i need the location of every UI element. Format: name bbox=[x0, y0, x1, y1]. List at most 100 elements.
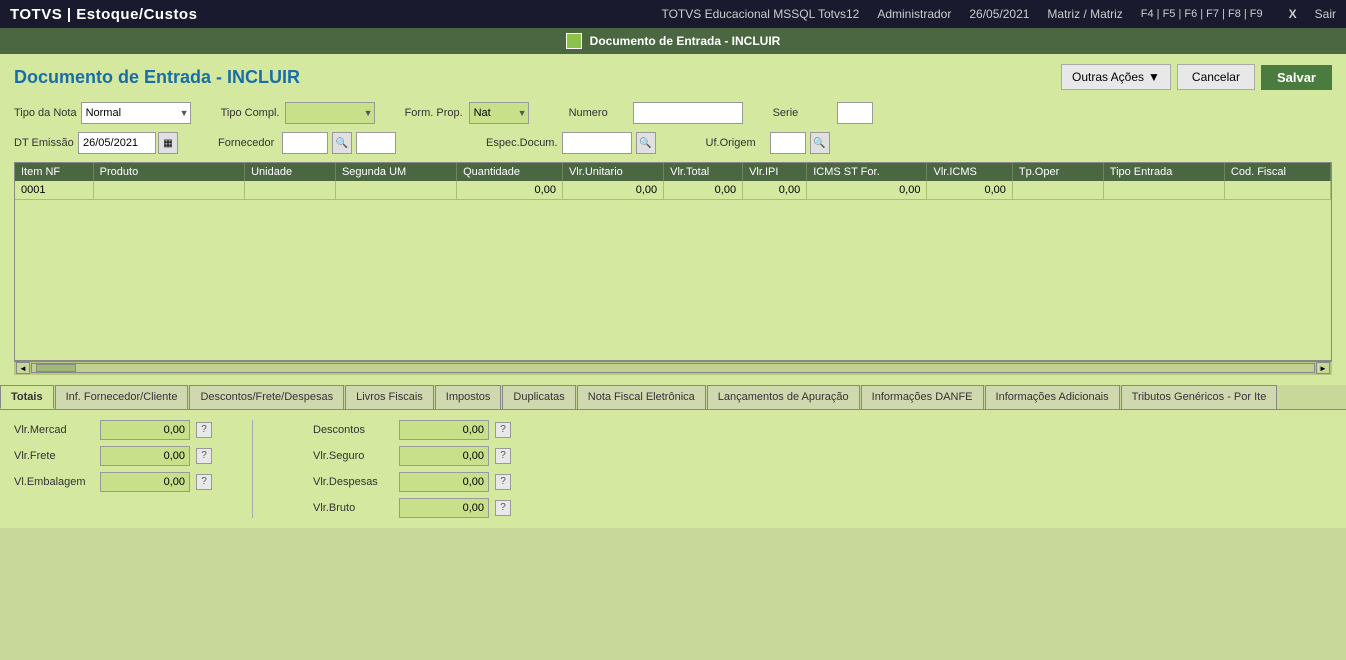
vlr-frete-help-button[interactable]: ? bbox=[196, 448, 212, 464]
serie-group: Serie bbox=[773, 102, 873, 124]
vlr-bruto-help-button[interactable]: ? bbox=[495, 500, 511, 516]
espec-docum-group: Espec.Docum. 🔍 bbox=[486, 132, 656, 154]
espec-docum-input[interactable] bbox=[562, 132, 632, 154]
vlr-bruto-label: Vlr.Bruto bbox=[313, 502, 393, 514]
form-prop-group: Form. Prop. ▼ bbox=[405, 102, 529, 124]
tab-inf-fornecedor[interactable]: Inf. Fornecedor/Cliente bbox=[55, 385, 189, 409]
modal-icon bbox=[566, 33, 582, 49]
tipo-compl-input[interactable] bbox=[285, 102, 375, 124]
numero-label: Numero bbox=[569, 107, 629, 119]
cell-produto bbox=[93, 181, 244, 200]
table-row[interactable]: 0001 0,00 0,00 0,00 0,00 0,00 0,00 bbox=[15, 181, 1331, 200]
tab-duplicatas[interactable]: Duplicatas bbox=[502, 385, 575, 409]
vlr-despesas-input[interactable] bbox=[399, 472, 489, 492]
header-row: Documento de Entrada - INCLUIR Outras Aç… bbox=[14, 64, 1332, 90]
scroll-thumb[interactable] bbox=[36, 364, 76, 372]
salvar-button[interactable]: Salvar bbox=[1261, 65, 1332, 90]
cell-unidade bbox=[245, 181, 336, 200]
vlr-bruto-input[interactable] bbox=[399, 498, 489, 518]
vlr-frete-label: Vlr.Frete bbox=[14, 450, 94, 462]
tipo-da-nota-select[interactable]: Normal bbox=[81, 102, 191, 124]
cell-vlr-icms: 0,00 bbox=[927, 181, 1012, 200]
uf-origem-search-icon[interactable]: 🔍 bbox=[810, 132, 830, 154]
serie-input[interactable] bbox=[837, 102, 873, 124]
espec-docum-search-icon[interactable]: 🔍 bbox=[636, 132, 656, 154]
vlr-despesas-help-button[interactable]: ? bbox=[495, 474, 511, 490]
col-icms-st-for: ICMS ST For. bbox=[807, 163, 927, 181]
totals-left-col: Vlr.Mercad ? Vlr.Frete ? Vl.Embalagem ? bbox=[14, 420, 212, 518]
calendar-icon[interactable]: ▦ bbox=[158, 132, 178, 154]
form-prop-label: Form. Prop. bbox=[405, 107, 465, 119]
scroll-track[interactable] bbox=[31, 363, 1315, 373]
dt-emissao-input[interactable] bbox=[78, 132, 156, 154]
uf-origem-group: Uf.Origem 🔍 bbox=[706, 132, 830, 154]
cell-icms-st-for: 0,00 bbox=[807, 181, 927, 200]
dt-emissao-group: DT Emissão ▦ bbox=[14, 132, 178, 154]
horizontal-scrollbar[interactable]: ◄ ► bbox=[14, 361, 1332, 375]
numero-group: Numero bbox=[569, 102, 743, 124]
tab-nota-fiscal-eletronica[interactable]: Nota Fiscal Eletrônica bbox=[577, 385, 706, 409]
vlr-mercad-help-button[interactable]: ? bbox=[196, 422, 212, 438]
page-title: Documento de Entrada - INCLUIR bbox=[14, 67, 1061, 88]
cell-tipo-entrada bbox=[1103, 181, 1224, 200]
cell-vlr-ipi: 0,00 bbox=[743, 181, 807, 200]
modal-title-bar: Documento de Entrada - INCLUIR bbox=[0, 28, 1346, 54]
form-prop-input[interactable] bbox=[469, 102, 529, 124]
system-name: TOTVS Educacional MSSQL Totvs12 bbox=[661, 7, 859, 21]
vlr-seguro-input[interactable] bbox=[399, 446, 489, 466]
tipo-da-nota-select-wrapper: Normal ▼ bbox=[81, 102, 191, 124]
scroll-left-button[interactable]: ◄ bbox=[16, 362, 30, 374]
cell-item-nf: 0001 bbox=[15, 181, 93, 200]
descontos-row: Descontos ? bbox=[313, 420, 511, 440]
app-title: TOTVS | Estoque/Custos bbox=[10, 6, 197, 23]
top-bar: TOTVS | Estoque/Custos TOTVS Educacional… bbox=[0, 0, 1346, 28]
vlr-despesas-row: Vlr.Despesas ? bbox=[313, 472, 511, 492]
numero-input[interactable] bbox=[633, 102, 743, 124]
tab-descontos[interactable]: Descontos/Frete/Despesas bbox=[189, 385, 344, 409]
modal-title: Documento de Entrada - INCLUIR bbox=[590, 34, 781, 48]
vl-embalagem-help-button[interactable]: ? bbox=[196, 474, 212, 490]
form-row-2: DT Emissão ▦ Fornecedor 🔍 Espec.Docum. 🔍… bbox=[14, 132, 1332, 154]
function-keys: F4 | F5 | F6 | F7 | F8 | F9 bbox=[1141, 8, 1263, 20]
tab-lancamentos[interactable]: Lançamentos de Apuração bbox=[707, 385, 860, 409]
vlr-seguro-row: Vlr.Seguro ? bbox=[313, 446, 511, 466]
vl-embalagem-input[interactable] bbox=[100, 472, 190, 492]
dt-emissao-wrapper: ▦ bbox=[78, 132, 178, 154]
col-produto: Produto bbox=[93, 163, 244, 181]
fornecedor-search-icon[interactable]: 🔍 bbox=[332, 132, 352, 154]
col-quantidade: Quantidade bbox=[457, 163, 563, 181]
tab-info-danfe[interactable]: Informações DANFE bbox=[861, 385, 984, 409]
vlr-frete-input[interactable] bbox=[100, 446, 190, 466]
tab-tributos-genericos[interactable]: Tributos Genéricos - Por Ite bbox=[1121, 385, 1278, 409]
tab-info-adicionais[interactable]: Informações Adicionais bbox=[985, 385, 1120, 409]
tipo-compl-select-wrapper: ▼ bbox=[285, 102, 375, 124]
fornecedor-input[interactable] bbox=[282, 132, 328, 154]
tipo-compl-group: Tipo Compl. ▼ bbox=[221, 102, 375, 124]
vlr-mercad-input[interactable] bbox=[100, 420, 190, 440]
descontos-help-button[interactable]: ? bbox=[495, 422, 511, 438]
close-icon[interactable]: X bbox=[1289, 7, 1297, 21]
top-bar-info: TOTVS Educacional MSSQL Totvs12 Administ… bbox=[661, 7, 1336, 21]
vl-embalagem-label: Vl.Embalagem bbox=[14, 476, 94, 488]
data-table-wrapper: Item NF Produto Unidade Segunda UM Quant… bbox=[14, 162, 1332, 361]
tab-impostos[interactable]: Impostos bbox=[435, 385, 502, 409]
exit-label[interactable]: Sair bbox=[1315, 7, 1336, 21]
cell-quantidade: 0,00 bbox=[457, 181, 563, 200]
fornecedor-extra-input[interactable] bbox=[356, 132, 396, 154]
tab-totais[interactable]: Totais bbox=[0, 385, 54, 409]
vlr-seguro-help-button[interactable]: ? bbox=[495, 448, 511, 464]
current-date: 26/05/2021 bbox=[969, 7, 1029, 21]
descontos-label: Descontos bbox=[313, 424, 393, 436]
tab-livros-fiscais[interactable]: Livros Fiscais bbox=[345, 385, 434, 409]
uf-origem-input[interactable] bbox=[770, 132, 806, 154]
vlr-despesas-label: Vlr.Despesas bbox=[313, 476, 393, 488]
scroll-right-button[interactable]: ► bbox=[1316, 362, 1330, 374]
cancelar-button[interactable]: Cancelar bbox=[1177, 64, 1255, 90]
outras-acoes-button[interactable]: Outras Ações ▼ bbox=[1061, 64, 1171, 90]
descontos-input[interactable] bbox=[399, 420, 489, 440]
data-table: Item NF Produto Unidade Segunda UM Quant… bbox=[15, 163, 1331, 360]
espec-docum-label: Espec.Docum. bbox=[486, 137, 558, 149]
uf-origem-label: Uf.Origem bbox=[706, 137, 766, 149]
cell-vlr-total: 0,00 bbox=[664, 181, 743, 200]
vlr-frete-row: Vlr.Frete ? bbox=[14, 446, 212, 466]
